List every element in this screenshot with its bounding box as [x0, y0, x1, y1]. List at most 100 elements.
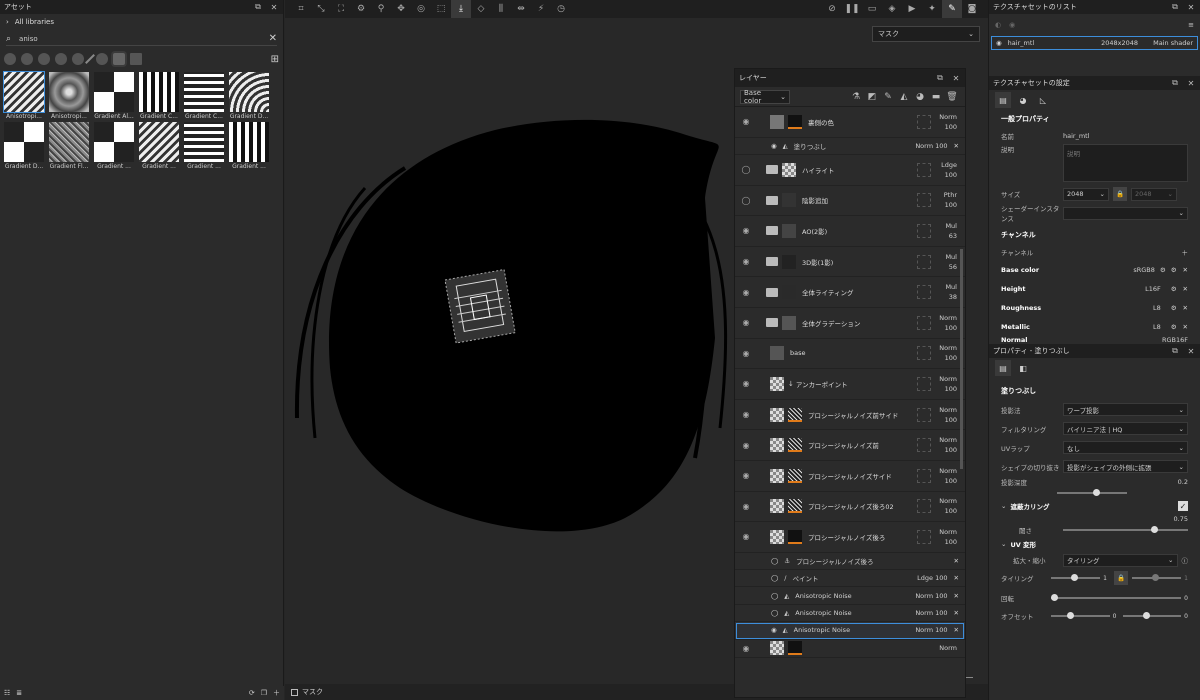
pause-icon[interactable]: ❚❚: [842, 0, 862, 18]
menu-icon[interactable]: ≡: [1188, 21, 1194, 29]
detach-icon[interactable]: ⧉: [935, 73, 945, 83]
slider-knob[interactable]: [1051, 594, 1058, 601]
visibility-eye-icon[interactable]: ◉: [738, 288, 754, 297]
settings-tab-icon[interactable]: ▤: [995, 92, 1011, 108]
tiling-slider-1[interactable]: [1051, 574, 1101, 581]
tiling-slider-2[interactable]: [1132, 574, 1182, 581]
threshold-value[interactable]: 0.75: [1174, 515, 1188, 523]
mirror-icon[interactable]: ⫼: [491, 0, 511, 18]
maximize-icon[interactable]: ⧉: [253, 2, 263, 12]
detach-icon[interactable]: ⧉: [1170, 78, 1180, 88]
material-tab-icon[interactable]: ◕: [1015, 92, 1031, 108]
eye-icon[interactable]: ◉: [1009, 21, 1015, 29]
filter-materials-icon[interactable]: [4, 53, 16, 65]
add-mask-icon[interactable]: ◩: [864, 92, 880, 102]
window-icon[interactable]: ❐: [261, 689, 267, 697]
projection-select[interactable]: ワープ投影 ⌄: [1063, 403, 1188, 416]
layer-row[interactable]: ◉ 全体ライティング Mul 38: [735, 277, 965, 308]
list-icon[interactable]: ≣: [16, 689, 22, 697]
screenshot-icon[interactable]: ◙: [962, 0, 982, 18]
filter-generators-icon[interactable]: [72, 53, 84, 65]
size-select[interactable]: 2048 ⌄: [1063, 187, 1109, 201]
channel-row[interactable]: Normal RGB16F: [989, 336, 1200, 344]
asset-search[interactable]: ⌕ aniso ✕: [6, 32, 277, 46]
visibility-eye-icon[interactable]: ◉: [738, 644, 754, 653]
channel-format[interactable]: L8: [1153, 323, 1161, 331]
channel-select[interactable]: Base color ⌄: [740, 89, 790, 105]
remove-icon[interactable]: ✕: [954, 557, 959, 565]
delete-layer-icon[interactable]: 🗑: [944, 92, 960, 102]
visibility-eye-icon[interactable]: ◉: [738, 532, 754, 541]
channel-row[interactable]: Height L16F ⚙ ✕: [989, 279, 1200, 298]
asset-tile[interactable]: Gradient D...: [3, 122, 45, 170]
occlusion-checkbox[interactable]: ✓: [1178, 501, 1188, 511]
close-icon[interactable]: ✕: [1186, 79, 1196, 88]
asset-tile[interactable]: Gradient Al...: [93, 72, 135, 120]
add-effect-icon[interactable]: ⚗: [848, 92, 864, 102]
channel-row[interactable]: Metallic L8 ⚙ ✕: [989, 317, 1200, 336]
remove-icon[interactable]: ✕: [954, 574, 959, 582]
filter-particles-icon[interactable]: [96, 53, 108, 65]
channel-format[interactable]: sRGB8: [1133, 266, 1155, 274]
visibility-eye-icon[interactable]: ◯: [738, 196, 754, 205]
layer-row[interactable]: ◉ 3D影(1影) Mul 56: [735, 247, 965, 278]
visibility-eye-icon[interactable]: ◉: [738, 410, 754, 419]
settings-icon[interactable]: ⚙: [1171, 304, 1177, 312]
close-icon[interactable]: ✕: [1186, 347, 1196, 356]
rotate-icon[interactable]: ◎: [411, 0, 431, 18]
tiling-value-2[interactable]: 1: [1184, 575, 1188, 582]
collapse-icon[interactable]: ⌄: [1001, 502, 1006, 510]
history-icon[interactable]: ◷: [551, 0, 571, 18]
layer-row[interactable]: ◉ プロシージャルノイズ後ろ02 Norm 100: [735, 492, 965, 523]
visibility-eye-icon[interactable]: ◉: [738, 349, 754, 358]
opacity[interactable]: 100: [935, 592, 947, 600]
scale-select[interactable]: タイリング ⌄: [1063, 553, 1178, 567]
layer-row[interactable]: ◯ 陰影追加 Pthr 100: [735, 186, 965, 217]
remove-icon[interactable]: ✕: [1183, 285, 1188, 293]
layer-sub-row[interactable]: ◉ ◭ 塗りつぶし Norm 100 ✕: [735, 138, 965, 155]
opacity[interactable]: 100: [935, 574, 947, 582]
asset-tile[interactable]: Gradient C...: [183, 72, 225, 120]
visibility-eye-icon[interactable]: ◉: [996, 39, 1002, 47]
layer-row[interactable]: ◉ 裏側の色 Norm 100: [735, 107, 965, 138]
filter-textures-icon[interactable]: [113, 53, 125, 65]
lazy-mouse-icon[interactable]: ⚡: [531, 0, 551, 18]
opacity[interactable]: 100: [935, 609, 947, 617]
refresh-icon[interactable]: ⟳: [249, 689, 255, 697]
visibility-eye-icon[interactable]: ◉: [738, 318, 754, 327]
stamp-icon[interactable]: ⛶: [331, 0, 351, 18]
close-icon[interactable]: ✕: [1186, 3, 1196, 12]
rotation-slider[interactable]: [1051, 594, 1182, 601]
remove-icon[interactable]: ✕: [1183, 266, 1188, 274]
visibility-eye-icon[interactable]: ◉: [738, 502, 754, 511]
uv-tab-icon[interactable]: ◺: [1035, 92, 1051, 108]
close-icon[interactable]: ✕: [269, 3, 279, 12]
layer-row[interactable]: ◉ プロシージャルノイズ前サイド Norm 100: [735, 400, 965, 431]
tiling-value-1[interactable]: 1: [1103, 575, 1107, 582]
layer-row[interactable]: ◉ 全体グラデーション Norm 100: [735, 308, 965, 339]
filter-environments-icon[interactable]: [130, 53, 142, 65]
checkbox-icon[interactable]: [291, 688, 298, 696]
add-folder-icon[interactable]: ▬: [928, 92, 944, 102]
asset-tile[interactable]: Anisotropi...: [48, 72, 90, 120]
slider-knob[interactable]: [1151, 526, 1158, 533]
mask-sub-row[interactable]: ◯ ◭ Anisotropic Noise Norm 100 ✕: [735, 587, 965, 605]
add-paint-layer-icon[interactable]: ✎: [880, 92, 896, 102]
add-smart-material-icon[interactable]: ◕: [912, 92, 928, 102]
search-input[interactable]: aniso: [11, 35, 269, 43]
settings-icon[interactable]: ⚙: [1171, 285, 1177, 293]
slider-knob[interactable]: [1142, 612, 1150, 619]
settings-icon[interactable]: ⚙: [1171, 323, 1177, 331]
mask-sub-row[interactable]: ◯ / ペイント Ldge 100 ✕: [735, 570, 965, 588]
asset-tile[interactable]: Gradient D...: [228, 72, 270, 120]
channel-row[interactable]: Base color sRGB8 ⚙ ⚙ ✕: [989, 260, 1200, 279]
visibility-eye-icon[interactable]: ◉: [738, 117, 754, 126]
add-icon[interactable]: ＋: [273, 688, 280, 698]
collapse-icon[interactable]: ⌄: [1001, 540, 1006, 548]
crop-icon[interactable]: ⌗: [291, 0, 311, 18]
transform-icon[interactable]: ⤡: [311, 0, 331, 18]
hide-icon[interactable]: ⊘: [822, 0, 842, 18]
filter-filters-icon[interactable]: [55, 53, 67, 65]
visibility-eye-icon[interactable]: ◯: [771, 592, 778, 600]
asset-tile[interactable]: Gradient C...: [138, 72, 180, 120]
